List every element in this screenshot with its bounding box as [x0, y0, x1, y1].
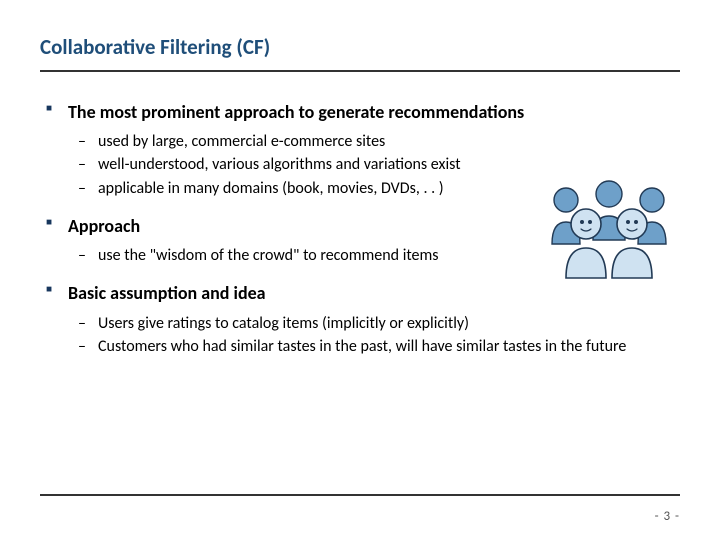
bullet-item: Basic assumption and idea Users give rat…: [40, 281, 680, 358]
sub-item: Customers who had similar tastes in the …: [74, 335, 680, 358]
people-group-icon: [544, 174, 674, 284]
sub-list: Users give ratings to catalog items (imp…: [74, 312, 680, 358]
sub-item: used by large, commercial e-commerce sit…: [74, 130, 680, 153]
footer-rule: [40, 494, 680, 496]
bullet-head: The most prominent approach to generate …: [68, 100, 680, 124]
slide: Collaborative Filtering (CF) The most pr…: [0, 0, 720, 540]
slide-content: The most prominent approach to generate …: [40, 100, 680, 358]
page-number: - 3 -: [655, 509, 680, 524]
slide-title: Collaborative Filtering (CF): [40, 34, 680, 72]
sub-item: Users give ratings to catalog items (imp…: [74, 312, 680, 335]
bullet-head: Basic assumption and idea: [68, 281, 680, 305]
